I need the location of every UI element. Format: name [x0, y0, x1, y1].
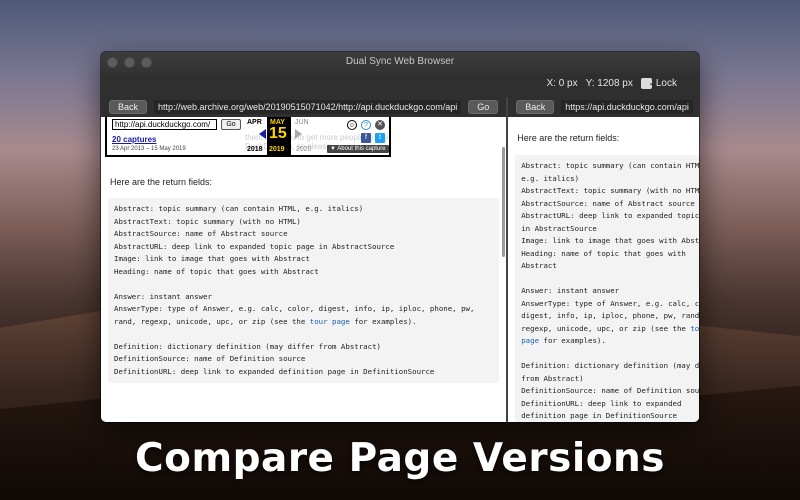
right-lead-text: Here are the return fields:: [517, 133, 620, 143]
right-web-content[interactable]: Here are the return fields: Abstract: to…: [508, 117, 699, 422]
left-lead-text: Here are the return fields:: [110, 177, 213, 187]
left-go-button[interactable]: Go: [468, 100, 499, 114]
right-pane: Back https://api.duckduckgo.com/api Go H…: [508, 97, 699, 422]
right-code-part-2: for examples). Definition: dictionary de…: [521, 336, 699, 420]
year-current: 2019: [269, 146, 285, 153]
right-url-input[interactable]: https://api.duckduckgo.com/api: [561, 100, 693, 114]
year-prev[interactable]: 2018: [247, 146, 263, 153]
capture-range: 23 Apr 2013 – 15 May 2019: [112, 146, 186, 152]
wayback-go-button[interactable]: Go: [221, 119, 241, 130]
browser-panes: Back http://web.archive.org/web/20190515…: [101, 97, 699, 422]
about-capture-button[interactable]: ▼ About this capture: [327, 145, 389, 153]
y-coordinate: Y: 1208 px: [585, 78, 633, 89]
help-icon[interactable]: ?: [361, 120, 371, 130]
title-bar[interactable]: Dual Sync Web Browser: [101, 52, 699, 73]
twitter-icon[interactable]: t: [375, 133, 385, 143]
lock-checkbox[interactable]: ✓: [640, 78, 656, 89]
scroll-coordinates: X: 0 px Y: 1208 px ✓ Lock: [538, 78, 677, 89]
left-back-button[interactable]: Back: [109, 100, 148, 114]
lock-label: Lock: [655, 78, 677, 89]
month-prev[interactable]: APR: [247, 119, 262, 126]
browser-window: Dual Sync Web Browser X: 0 px Y: 1208 px…: [101, 52, 699, 422]
left-url-input[interactable]: http://web.archive.org/web/2019051507104…: [154, 100, 462, 114]
left-code-part-1: Abstract: topic summary (can contain HTM…: [114, 204, 475, 326]
right-code-block: Abstract: topic summary (can contain HTM…: [515, 155, 699, 422]
year-next: 2020: [296, 146, 312, 153]
next-arrow-icon: [295, 129, 302, 139]
right-back-button[interactable]: Back: [516, 100, 555, 114]
wayback-url-input[interactable]: http://api.duckduckgo.com/: [112, 119, 217, 130]
left-code-block: Abstract: topic summary (can contain HTM…: [108, 198, 500, 383]
left-web-content[interactable]: them in to you to get more people to use…: [101, 117, 507, 422]
right-url-bar: Back https://api.duckduckgo.com/api Go: [508, 97, 699, 117]
left-scrollbar[interactable]: [502, 147, 506, 257]
prev-arrow-icon[interactable]: [259, 129, 266, 139]
sync-toolbar: X: 0 px Y: 1208 px ✓ Lock: [101, 73, 699, 97]
close-icon[interactable]: ✕: [375, 120, 385, 130]
left-pane: Back http://web.archive.org/web/20190515…: [101, 97, 507, 422]
right-code-part-1: Abstract: topic summary (can contain HTM…: [521, 161, 699, 333]
captures-link[interactable]: 20 captures: [112, 135, 156, 144]
left-url-bar: Back http://web.archive.org/web/20190515…: [101, 97, 507, 117]
marketing-caption: Compare Page Versions: [135, 436, 665, 481]
x-coordinate: X: 0 px: [546, 78, 578, 89]
left-tour-link[interactable]: tour page: [310, 317, 350, 326]
archive-user-icon[interactable]: ☺: [347, 120, 357, 130]
capture-day: 15: [269, 125, 287, 142]
wayback-toolbar: them in to you to get more people to use…: [105, 117, 391, 157]
facebook-icon[interactable]: f: [361, 133, 371, 143]
window-title: Dual Sync Web Browser: [345, 56, 455, 67]
month-next: JUN: [295, 119, 309, 126]
